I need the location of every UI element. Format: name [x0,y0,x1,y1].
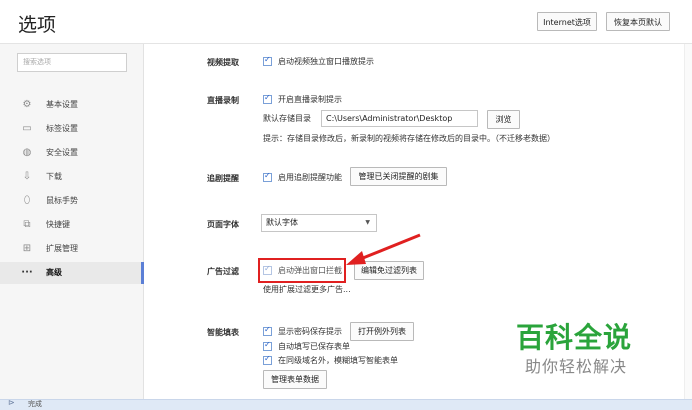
autofill-forms-checkbox[interactable] [263,340,272,351]
mouse-icon: ⬯ [23,195,31,206]
status-text: 完成 [28,400,42,408]
drama-reminder-checkbox[interactable] [263,171,272,182]
search-input[interactable]: 搜索选项 [17,53,127,72]
live-record-checkbox[interactable] [263,93,272,104]
browse-button[interactable]: 浏览 [487,110,520,129]
sidebar-item-advanced[interactable]: ··· 高级 [0,262,144,284]
section-label-font: 页面字体 [207,220,239,229]
drama-reminder-label: 启用追剧提醒功能 [278,173,342,182]
sidebar-item-label: 安全设置 [46,148,78,157]
internet-options-button[interactable]: Internet选项 [537,12,597,31]
page-status-icon: ⊳ [8,398,15,407]
sidebar-item-label: 快捷键 [46,220,70,229]
gear-icon: ⚙ [22,99,32,110]
active-indicator [141,262,144,284]
font-select-value: 默认字体 [266,218,298,227]
chevron-down-icon: ▼ [365,219,370,226]
section-label-live: 直播录制 [207,96,239,105]
storage-hint: 提示：存储目录修改后，新录制的视频将存储在修改后的目录中。（不迁移老数据） [263,134,555,143]
watermark-title: 百科全说 [516,321,633,354]
status-bar: ⊳ 完成 [0,398,692,410]
sidebar-item-download[interactable]: ⇩ 下载 [0,166,143,188]
sidebar-item-label: 高级 [46,268,62,277]
annotation-arrow-icon [346,233,421,265]
manage-form-data-button[interactable]: 管理表单数据 [263,370,327,389]
shield-icon: ◍ [22,147,32,158]
sidebar-item-mouse[interactable]: ⬯ 鼠标手势 [0,190,143,212]
sidebar-item-label: 下载 [46,172,62,181]
manage-closed-reminders-button[interactable]: 管理已关闭提醒的剧集 [350,167,447,186]
sidebar-item-tabs[interactable]: ▭ 标签设置 [0,118,143,140]
sidebar-item-label: 基本设置 [46,100,78,109]
highlight-box [258,258,346,283]
restore-defaults-button[interactable]: 恢复本页默认 [606,12,670,31]
tab-icon: ▭ [22,123,32,134]
sidebar-item-extensions[interactable]: ⊞ 扩展管理 [0,238,143,260]
storage-dir-input[interactable]: C:\Users\Administrator\Desktop [321,110,478,127]
extension-filter-link[interactable]: 使用扩展过滤更多广告... [263,284,351,295]
section-label-adblock: 广告过滤 [207,267,239,276]
header: 选项 Internet选项 恢复本页默认 [0,0,692,44]
sidebar-item-label: 鼠标手势 [46,196,78,205]
fuzzy-fill-checkbox[interactable] [263,354,272,365]
live-record-label: 开启直播录制提示 [278,95,342,104]
extensions-icon: ⊞ [22,243,32,254]
video-popup-checkbox[interactable] [263,55,272,66]
more-icon: ··· [21,267,33,278]
sidebar-item-shortcuts[interactable]: ⧉ 快捷键 [0,214,143,236]
font-select[interactable]: 默认字体 ▼ [261,214,377,232]
sidebar-item-basic[interactable]: ⚙ 基本设置 [0,94,143,116]
autofill-forms-label: 自动填写已保存表单 [278,342,350,351]
shortcut-icon: ⧉ [23,219,31,230]
section-label-video: 视频提取 [207,58,239,67]
scrollbar[interactable] [684,44,692,399]
password-prompt-checkbox[interactable] [263,325,272,336]
sidebar-item-label: 扩展管理 [46,244,78,253]
sidebar-item-security[interactable]: ◍ 安全设置 [0,142,143,164]
download-icon: ⇩ [22,171,32,182]
video-popup-label: 启动视频独立窗口播放提示 [278,57,374,66]
fuzzy-fill-label: 在同级域名外，模糊填写智能表单 [278,356,398,365]
section-label-autofill: 智能填表 [207,328,239,337]
storage-dir-label: 默认存储目录 [263,114,311,123]
sidebar-item-label: 标签设置 [46,124,78,133]
section-label-drama: 追剧提醒 [207,174,239,183]
watermark-subtitle: 助你轻松解决 [525,357,628,376]
password-prompt-label: 显示密码保存提示 [278,327,342,336]
open-exceptions-button[interactable]: 打开例外列表 [350,322,414,341]
page-title: 选项 [18,14,57,36]
